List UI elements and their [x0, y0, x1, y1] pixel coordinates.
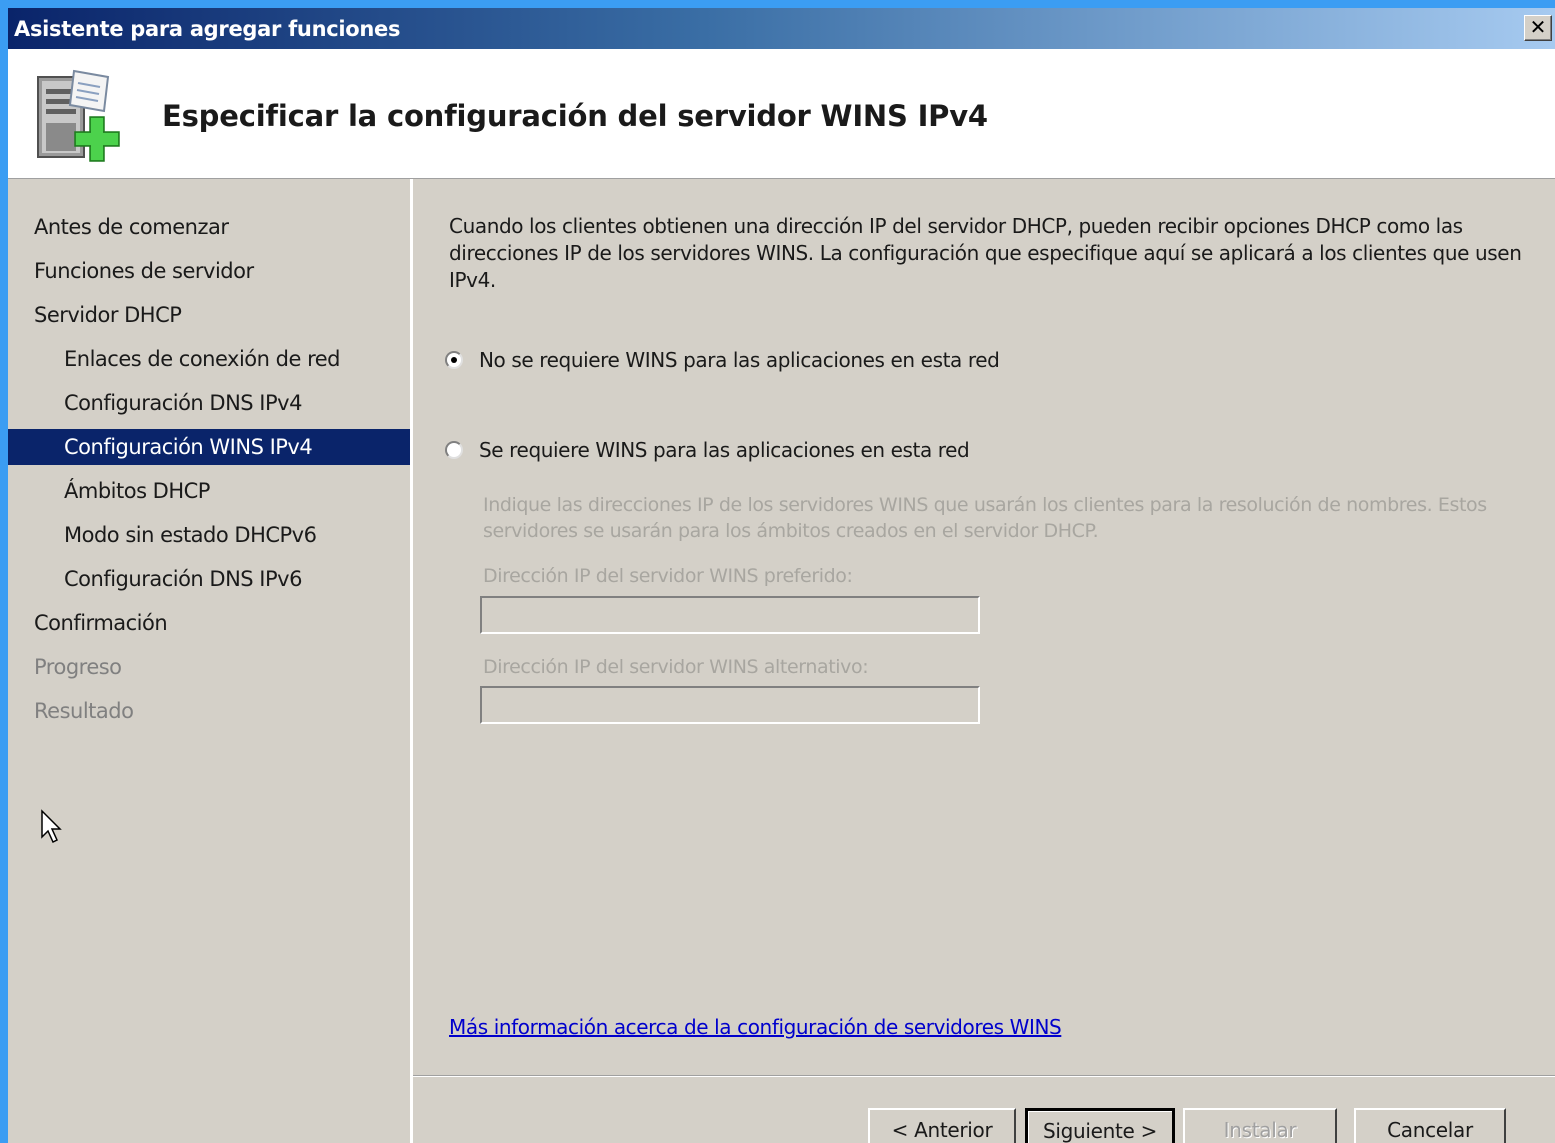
step-ambitos-dhcp[interactable]: Ámbitos DHCP — [8, 473, 410, 509]
radio-wins-required[interactable] — [445, 441, 463, 459]
more-info-link[interactable]: Más información acerca de la configuraci… — [449, 1015, 1062, 1039]
install-button: Instalar — [1183, 1108, 1337, 1143]
window-title: Asistente para agregar funciones — [14, 17, 401, 41]
preferred-wins-label: Dirección IP del servidor WINS preferido… — [483, 565, 853, 587]
close-icon: ✕ — [1529, 15, 1547, 39]
step-funciones-de-servidor[interactable]: Funciones de servidor — [8, 253, 410, 289]
alternate-wins-ip-field[interactable] — [480, 686, 980, 724]
next-button[interactable]: Siguiente > — [1025, 1108, 1175, 1143]
add-roles-wizard-window: Asistente para agregar funciones ✕ Espec… — [8, 8, 1555, 1143]
option-no-wins-label: No se requiere WINS para las aplicacione… — [479, 348, 1000, 372]
title-bar[interactable]: Asistente para agregar funciones ✕ — [8, 8, 1555, 49]
wins-hint-text: Indique las direcciones IP de los servid… — [483, 494, 1487, 542]
step-configuracion-dns-ipv4[interactable]: Configuración DNS IPv4 — [8, 385, 410, 421]
wizard-header: Especificar la configuración del servido… — [8, 49, 1555, 179]
mouse-cursor-icon — [41, 809, 62, 844]
option-wins-required[interactable]: Se requiere WINS para las aplicaciones e… — [445, 435, 970, 465]
step-resultado: Resultado — [34, 699, 134, 723]
step-confirmacion[interactable]: Confirmación — [8, 605, 410, 641]
step-enlaces-conexion-red[interactable]: Enlaces de conexión de red — [8, 341, 410, 377]
preferred-wins-ip-field[interactable] — [480, 596, 980, 634]
option-wins-required-label: Se requiere WINS para las aplicaciones e… — [479, 438, 970, 462]
alternate-wins-label: Dirección IP del servidor WINS alternati… — [483, 656, 869, 678]
close-button[interactable]: ✕ — [1524, 15, 1552, 41]
step-configuracion-wins-ipv4[interactable]: Configuración WINS IPv4 — [8, 429, 410, 465]
wizard-content: Cuando los clientes obtienen una direcci… — [413, 179, 1555, 1143]
step-configuracion-dns-ipv6[interactable]: Configuración DNS IPv6 — [8, 561, 410, 597]
radio-no-wins[interactable] — [445, 351, 463, 369]
step-antes-de-comenzar[interactable]: Antes de comenzar — [8, 209, 410, 245]
step-modo-sin-estado-dhcpv6[interactable]: Modo sin estado DHCPv6 — [8, 517, 410, 553]
footer-divider — [413, 1075, 1555, 1077]
server-add-icon — [37, 69, 120, 162]
page-heading: Especificar la configuración del servido… — [162, 99, 988, 133]
cancel-button[interactable]: Cancelar — [1354, 1108, 1506, 1143]
step-progreso: Progreso — [34, 655, 122, 679]
description-text: Cuando los clientes obtienen una direcci… — [449, 214, 1522, 292]
wizard-steps-sidebar: Antes de comenzar Funciones de servidor … — [8, 179, 413, 1143]
back-button[interactable]: < Anterior — [868, 1108, 1016, 1143]
option-no-wins[interactable]: No se requiere WINS para las aplicacione… — [445, 345, 1000, 375]
step-servidor-dhcp[interactable]: Servidor DHCP — [8, 297, 410, 333]
